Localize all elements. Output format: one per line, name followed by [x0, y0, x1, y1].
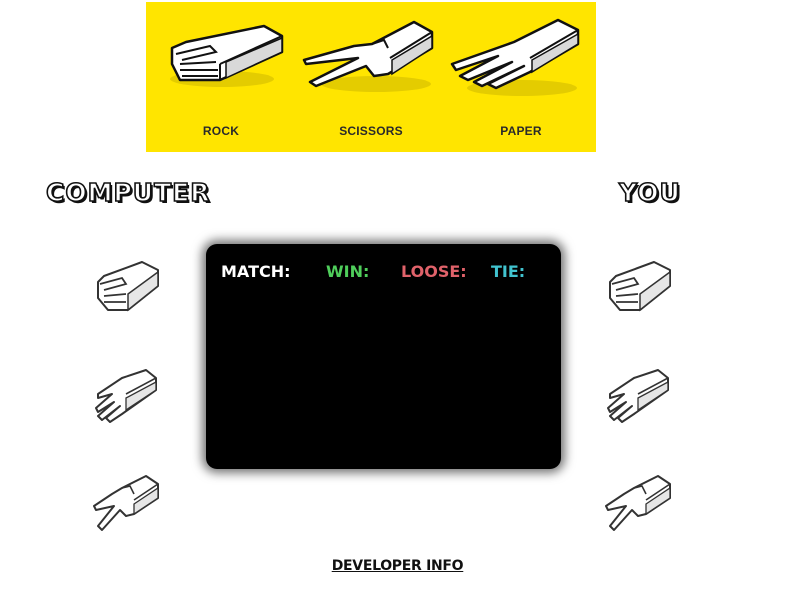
- computer-title: COMPUTER: [45, 177, 211, 208]
- scissors-hand-icon: [93, 475, 159, 531]
- footer: DEVELOPER INFO: [0, 557, 795, 575]
- banner-label-scissors: SCISSORS: [339, 124, 403, 138]
- banner-item-scissors: SCISSORS: [296, 2, 446, 152]
- you-paper-button[interactable]: [604, 368, 676, 434]
- developer-info-link[interactable]: DEVELOPER INFO: [332, 558, 464, 574]
- paper-hand-icon: [607, 369, 669, 423]
- banner-item-paper: PAPER: [446, 2, 596, 152]
- scissors-hand-icon: [302, 20, 434, 92]
- win-label: WIN:: [326, 262, 370, 281]
- computer-paper-choice: [92, 368, 164, 434]
- banner-label-rock: ROCK: [202, 124, 240, 138]
- scissors-hand-icon: [605, 475, 671, 531]
- rock-hand-icon: [97, 261, 159, 312]
- banner-label-paper: PAPER: [500, 124, 542, 138]
- paper-hand-icon: [450, 18, 580, 96]
- tie-label: TIE:: [491, 262, 526, 281]
- choices-banner: ROCK SCISSORS PAPER: [146, 2, 596, 152]
- rock-hand-icon: [609, 261, 671, 312]
- match-label: MATCH:: [221, 262, 291, 281]
- computer-scissors-choice: [92, 470, 164, 536]
- rock-hand-icon: [170, 24, 284, 87]
- paper-hand-icon: [95, 369, 157, 423]
- banner-item-rock: ROCK: [146, 2, 296, 152]
- you-title: YOU: [618, 177, 681, 208]
- loose-label: LOOSE:: [401, 262, 467, 281]
- computer-rock-choice: [92, 256, 164, 322]
- you-rock-button[interactable]: [604, 256, 676, 322]
- scoreboard: MATCH: WIN: LOOSE: TIE:: [206, 244, 561, 469]
- you-scissors-button[interactable]: [604, 470, 676, 536]
